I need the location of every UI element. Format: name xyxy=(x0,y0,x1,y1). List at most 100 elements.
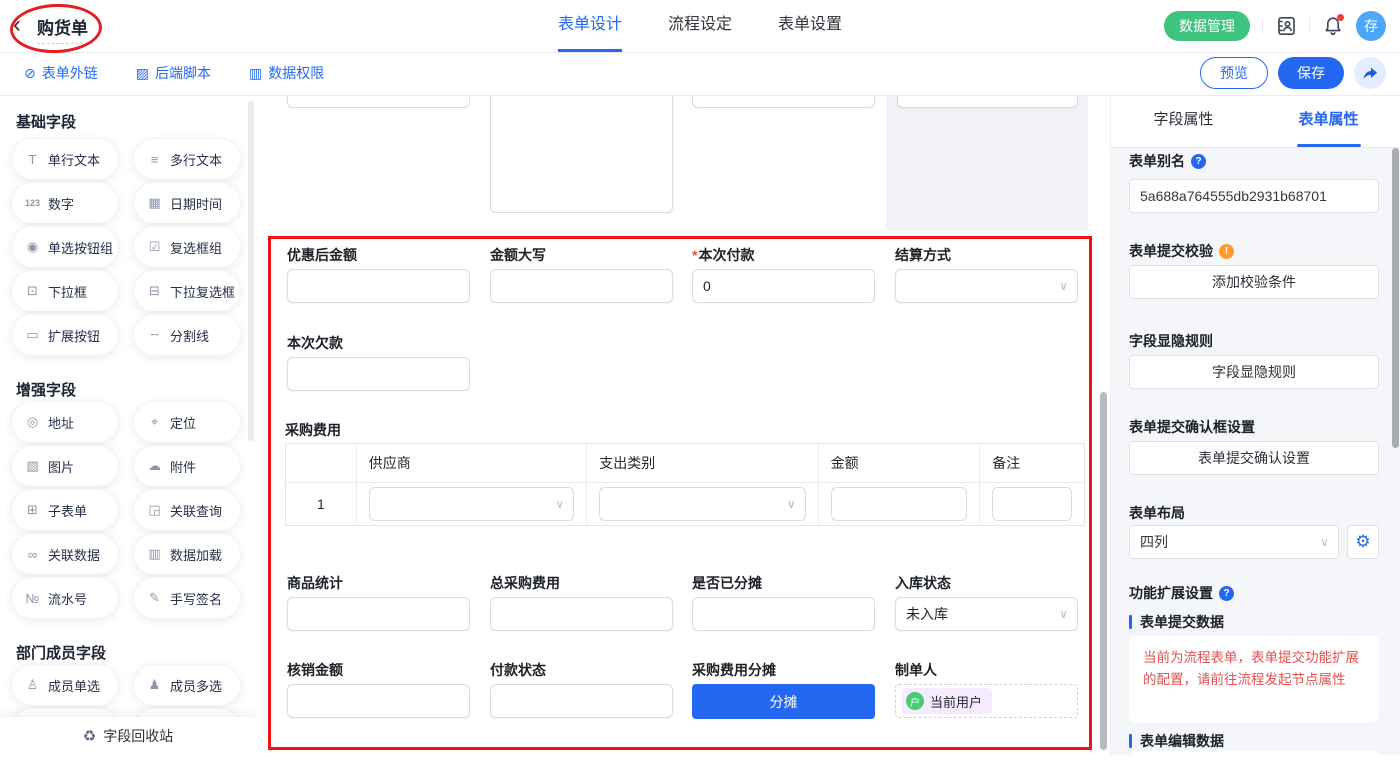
tab-flow-setting[interactable]: 流程设定 xyxy=(668,0,732,52)
pill-multi-text[interactable]: ≡多行文本 xyxy=(134,139,240,179)
partial-textarea[interactable] xyxy=(490,95,673,213)
field-current-payment[interactable] xyxy=(692,269,875,303)
partial-input[interactable] xyxy=(897,95,1078,108)
submit-data-notice-card: 当前为流程表单，表单提交功能扩展的配置，请前往流程发起节点属性 xyxy=(1129,636,1379,722)
save-button[interactable]: 保存 xyxy=(1278,57,1344,89)
field-settlement-method[interactable]: ∨ xyxy=(895,269,1078,303)
relation-query-icon: ◲ xyxy=(146,502,163,518)
pill-data-load[interactable]: ▥数据加载 xyxy=(134,534,240,574)
field-storage-status-label: 入库状态 xyxy=(895,573,951,593)
field-discount-amount-label: 优惠后金额 xyxy=(287,245,357,265)
current-user-tag: 户 当前用户 xyxy=(902,688,992,714)
field-discount-amount[interactable] xyxy=(287,269,470,303)
form-layout-label: 表单布局 xyxy=(1129,503,1185,523)
chevron-down-icon: ∨ xyxy=(1320,526,1329,558)
preview-button[interactable]: 预览 xyxy=(1200,57,1268,89)
pill-number[interactable]: 123数字 xyxy=(12,183,118,223)
help-icon[interactable]: ? xyxy=(1191,154,1206,169)
backend-script-link[interactable]: ▨ 后端脚本 xyxy=(136,63,211,83)
pill-checkbox-group[interactable]: ☑复选框组 xyxy=(134,227,240,267)
notification-bell-icon[interactable] xyxy=(1322,15,1344,37)
edit-data-section: 表单编辑数据 xyxy=(1129,731,1224,751)
serial-number-icon: № xyxy=(24,591,41,606)
tab-field-properties[interactable]: 字段属性 xyxy=(1111,95,1256,147)
pill-image[interactable]: ▧图片 xyxy=(12,446,118,486)
subtable-col-amount: 金额 xyxy=(818,444,980,482)
form-external-link[interactable]: ⊘ 表单外链 xyxy=(24,63,98,83)
expense-type-select[interactable]: ∨ xyxy=(599,487,805,521)
pill-relation-query[interactable]: ◲关联查询 xyxy=(134,490,240,530)
multi-text-icon: ≡ xyxy=(146,152,163,167)
pill-divider[interactable]: ╌分割线 xyxy=(134,315,240,355)
field-writeoff-amount[interactable] xyxy=(287,684,470,718)
field-is-allocated[interactable] xyxy=(692,597,875,631)
multi-select-icon: ⊟ xyxy=(146,283,163,299)
pill-location[interactable]: ⌖定位 xyxy=(134,402,240,442)
partial-input[interactable] xyxy=(692,95,875,108)
form-layout-select[interactable]: 四列 ∨ xyxy=(1129,525,1339,559)
field-payment-status[interactable] xyxy=(490,684,673,718)
header-tabs: 表单设计 流程设定 表单设置 xyxy=(558,0,842,52)
amount-input[interactable] xyxy=(831,487,968,521)
form-alias-input[interactable] xyxy=(1129,179,1379,213)
back-icon[interactable]: ‹ xyxy=(13,12,21,38)
allocate-button[interactable]: 分摊 xyxy=(692,684,875,719)
tab-form-setting[interactable]: 表单设置 xyxy=(778,0,842,52)
panel-tabs: 字段属性 表单属性 xyxy=(1111,95,1400,148)
field-current-debt[interactable] xyxy=(287,357,470,391)
submit-confirm-button[interactable]: 表单提交确认设置 xyxy=(1129,441,1379,475)
field-storage-status[interactable]: 未入库∨ xyxy=(895,597,1078,631)
tab-form-design[interactable]: 表单设计 xyxy=(558,0,622,52)
canvas-scrollbar[interactable] xyxy=(1100,392,1107,750)
pill-attachment[interactable]: ☁附件 xyxy=(134,446,240,486)
pill-subform[interactable]: ⊞子表单 xyxy=(12,490,118,530)
sidebar-scrollbar[interactable] xyxy=(248,101,254,441)
people-icon: ♟ xyxy=(146,677,163,693)
pill-member-single[interactable]: ♙成员单选 xyxy=(12,665,118,705)
remark-input[interactable] xyxy=(992,487,1072,521)
submit-check-label: 表单提交校验 ! xyxy=(1129,241,1234,261)
field-amount-words[interactable] xyxy=(490,269,673,303)
pill-member-multi[interactable]: ♟成员多选 xyxy=(134,665,240,705)
pill-serial-number[interactable]: №流水号 xyxy=(12,578,118,618)
share-arrow-icon xyxy=(1361,64,1379,82)
field-recycle-bin[interactable]: ♻ 字段回收站 xyxy=(0,717,256,755)
pill-multi-select[interactable]: ⊟下拉复选框 xyxy=(134,271,240,311)
help-icon[interactable]: ? xyxy=(1219,586,1234,601)
field-creator-label: 制单人 xyxy=(895,660,937,680)
pill-single-text[interactable]: T单行文本 xyxy=(12,139,118,179)
pill-radio-group[interactable]: ◉单选按钮组 xyxy=(12,227,118,267)
field-total-purchase-cost[interactable] xyxy=(490,597,673,631)
supplier-select[interactable]: ∨ xyxy=(369,487,574,521)
pill-select[interactable]: ⊡下拉框 xyxy=(12,271,118,311)
tab-form-properties[interactable]: 表单属性 xyxy=(1256,95,1400,147)
field-is-allocated-label: 是否已分摊 xyxy=(692,573,762,593)
page-title[interactable]: 购货单 xyxy=(37,14,88,39)
divider-icon: ╌ xyxy=(146,327,163,343)
pill-address[interactable]: ◎地址 xyxy=(12,402,118,442)
contact-book-icon[interactable] xyxy=(1275,15,1297,37)
recycle-icon: ♻ xyxy=(83,727,96,745)
field-current-payment-label: *本次付款 xyxy=(692,245,754,265)
section-basic-fields: 基础字段 xyxy=(16,111,76,132)
pill-signature[interactable]: ✎手写签名 xyxy=(134,578,240,618)
user-avatar[interactable]: 存 xyxy=(1356,11,1386,41)
field-goods-stats[interactable] xyxy=(287,597,470,631)
field-creator[interactable]: 户 当前用户 xyxy=(895,684,1078,718)
partial-input[interactable] xyxy=(287,95,470,108)
app-header: ‹ 购货单 表单设计 流程设定 表单设置 数据管理 存 xyxy=(0,0,1400,53)
pill-relation-data[interactable]: ∞关联数据 xyxy=(12,534,118,574)
visibility-rule-button[interactable]: 字段显隐规则 xyxy=(1129,355,1379,389)
chevron-down-icon: ∨ xyxy=(1059,270,1068,302)
data-manage-button[interactable]: 数据管理 xyxy=(1164,11,1250,41)
warning-icon[interactable]: ! xyxy=(1219,244,1234,259)
pill-extend-button[interactable]: ▭扩展按钮 xyxy=(12,315,118,355)
add-check-condition-button[interactable]: 添加校验条件 xyxy=(1129,265,1379,299)
pill-datetime[interactable]: ▦日期时间 xyxy=(134,183,240,223)
user-tag-avatar: 户 xyxy=(906,692,924,710)
window-scrollbar[interactable] xyxy=(1392,148,1399,448)
layout-gear-button[interactable]: ⚙ xyxy=(1347,525,1379,559)
share-button[interactable] xyxy=(1354,57,1386,89)
data-permission-link[interactable]: ▥ 数据权限 xyxy=(249,63,324,83)
subtable-row: 1 ∨ ∨ xyxy=(286,482,1084,525)
